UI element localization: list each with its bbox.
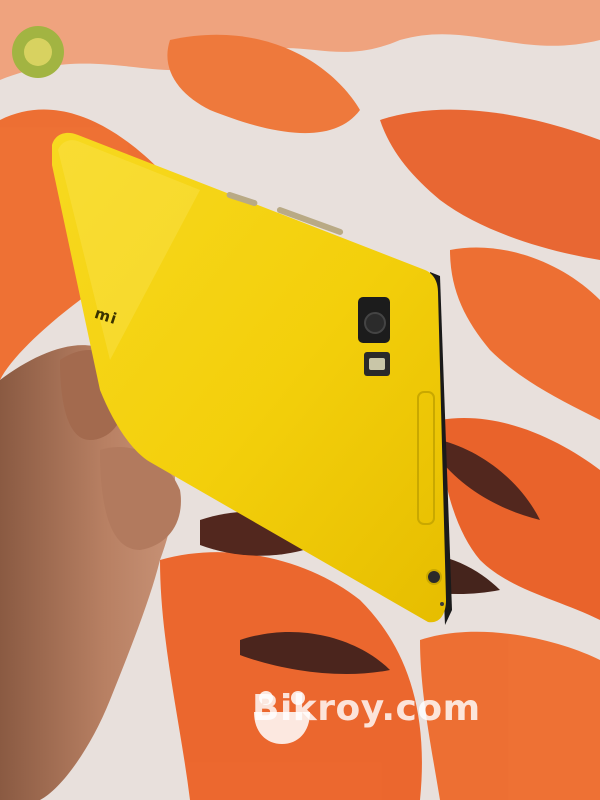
photo-illustration <box>0 0 600 800</box>
smiley-logo-icon <box>254 691 310 744</box>
watermark: Bikroy.com <box>252 688 481 744</box>
flash-led <box>369 358 385 370</box>
photo-scene: mi Bikroy.com <box>0 0 600 800</box>
microphone-hole <box>440 602 444 606</box>
camera-lens <box>364 312 386 334</box>
headphone-jack <box>426 569 442 585</box>
